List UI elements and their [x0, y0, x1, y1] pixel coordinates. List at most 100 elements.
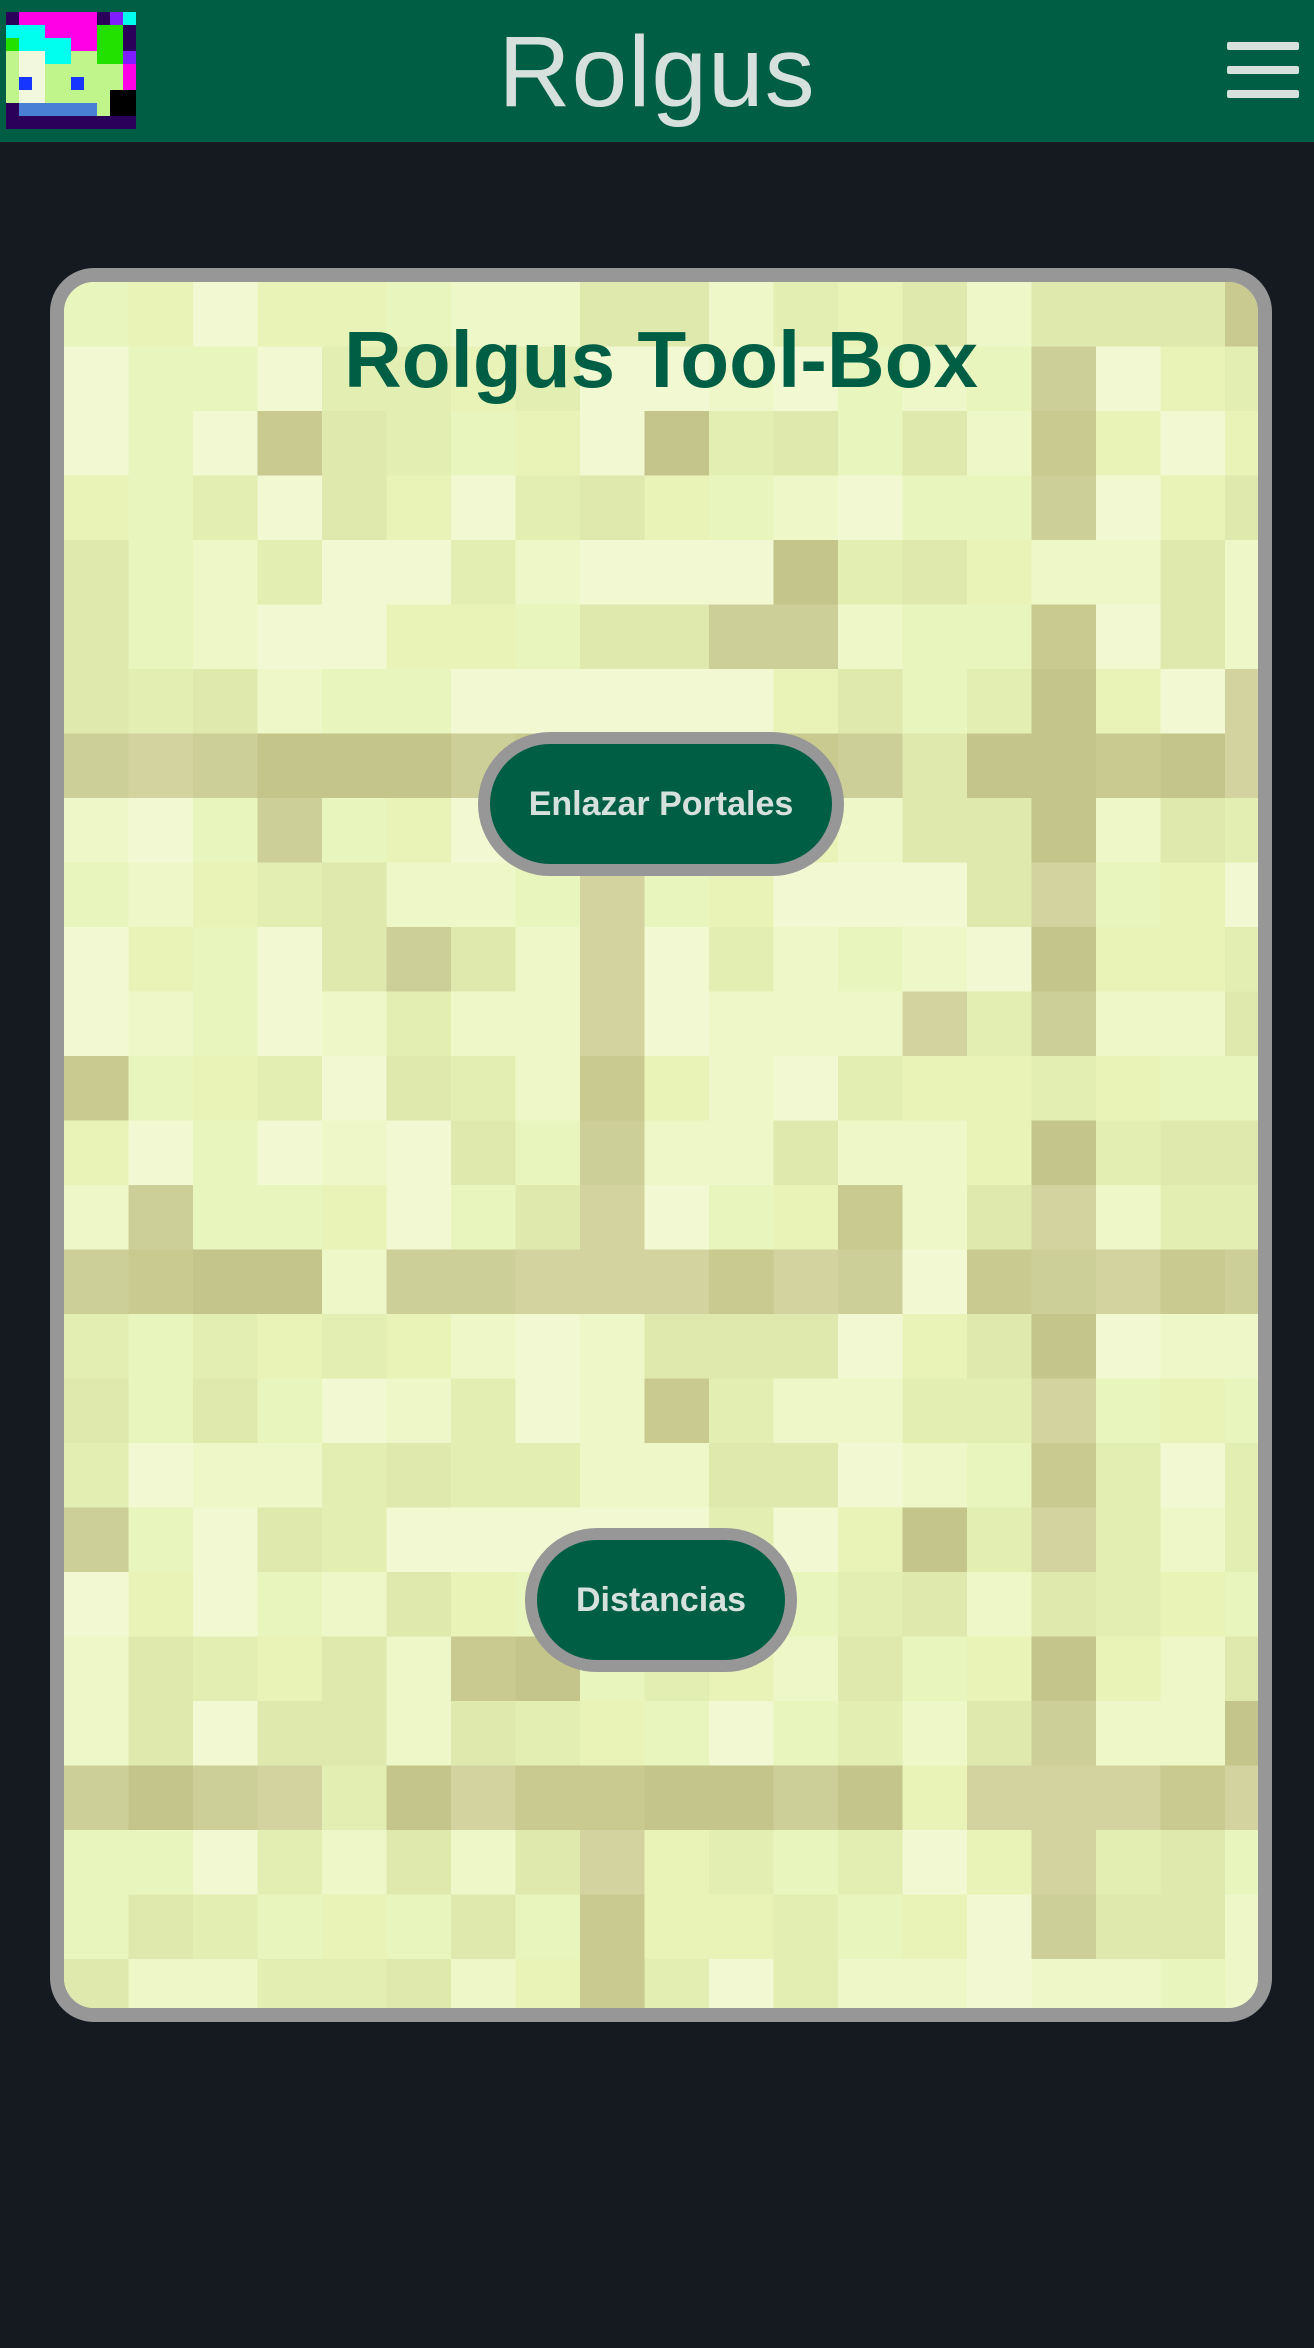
distancias-button[interactable]: Distancias [525, 1528, 797, 1672]
grass-tile [128, 1378, 194, 1444]
grass-tile [1160, 540, 1226, 606]
grass-tile-background [64, 282, 1258, 2008]
grass-tile [64, 733, 130, 799]
grass-tile [515, 540, 581, 606]
grass-tile [1096, 540, 1162, 606]
grass-tile [709, 669, 775, 735]
grass-tile [64, 604, 130, 670]
grass-tile [967, 798, 1033, 864]
grass-tile [644, 1378, 710, 1444]
toolbox-card: Rolgus Tool-Box Enlazar Portales Distanc… [50, 268, 1272, 2022]
grass-tile [128, 798, 194, 864]
grass-tile [1160, 1378, 1226, 1444]
grass-tile [322, 1056, 388, 1122]
grass-tile [838, 1314, 904, 1380]
grass-tile [451, 991, 517, 1057]
grass-tile [838, 1765, 904, 1831]
grass-tile [64, 1894, 130, 1960]
grass-tile [1031, 1120, 1097, 1186]
grass-tile [64, 540, 130, 606]
grass-tile [838, 1830, 904, 1896]
app-title: Rolgus [498, 16, 816, 128]
grass-tile [128, 1701, 194, 1767]
grass-tile [257, 1894, 323, 1960]
grass-tile [838, 540, 904, 606]
grass-tile [902, 1572, 968, 1638]
grass-tile [967, 1120, 1033, 1186]
grass-tile [709, 1443, 775, 1509]
grass-tile [1031, 411, 1097, 477]
grass-tile [644, 1185, 710, 1251]
grass-tile [451, 1572, 517, 1638]
grass-tile [902, 540, 968, 606]
grass-tile [322, 1185, 388, 1251]
grass-tile [322, 1120, 388, 1186]
grass-tile [322, 411, 388, 477]
enlazar-portales-button[interactable]: Enlazar Portales [478, 732, 844, 876]
grass-tile [451, 604, 517, 670]
grass-tile [580, 1701, 646, 1767]
hamburger-menu-icon[interactable] [1227, 42, 1299, 98]
grass-tile [322, 475, 388, 541]
grass-tile [193, 1443, 259, 1509]
grass-tile [515, 1443, 581, 1509]
grass-tile [64, 669, 130, 735]
grass-tile [644, 475, 710, 541]
grass-tile [773, 1894, 839, 1960]
grass-tile [64, 1572, 130, 1638]
grass-tile [515, 1056, 581, 1122]
grass-tile [1160, 1701, 1226, 1767]
grass-tile [193, 475, 259, 541]
grass-tile [128, 411, 194, 477]
grass-tile [128, 1894, 194, 1960]
grass-tile [257, 927, 323, 993]
grass-tile [64, 475, 130, 541]
grass-tile [1031, 862, 1097, 928]
grass-tile [1031, 1378, 1097, 1444]
grass-tile [773, 1636, 839, 1702]
grass-tile [257, 1636, 323, 1702]
grass-tile [322, 1507, 388, 1573]
grass-tile [902, 1765, 968, 1831]
grass-tile [257, 475, 323, 541]
grass-tile [644, 540, 710, 606]
grass-tile [257, 411, 323, 477]
grass-tile [451, 1701, 517, 1767]
grass-tile [644, 1765, 710, 1831]
grass-tile [451, 669, 517, 735]
grass-tile [128, 1572, 194, 1638]
grass-tile [322, 1378, 388, 1444]
grass-tile [838, 411, 904, 477]
grass-tile [64, 1120, 130, 1186]
grass-tile [902, 927, 968, 993]
grass-tile [967, 1185, 1033, 1251]
grass-tile [1160, 862, 1226, 928]
grass-tile [1031, 1959, 1097, 2008]
grass-tile [64, 1701, 130, 1767]
grass-tile [644, 1443, 710, 1509]
grass-tile [902, 1959, 968, 2008]
grass-tile [1096, 1056, 1162, 1122]
grass-tile [451, 411, 517, 477]
grass-tile [1096, 669, 1162, 735]
grass-tile [386, 798, 452, 864]
grass-tile [322, 991, 388, 1057]
grass-tile [451, 862, 517, 928]
grass-tile [128, 1636, 194, 1702]
grass-tile [709, 1701, 775, 1767]
grass-tile [967, 927, 1033, 993]
grass-tile [451, 1830, 517, 1896]
grass-tile [709, 1056, 775, 1122]
grass-tile [1096, 411, 1162, 477]
grass-tile [1225, 1636, 1258, 1702]
grass-tile [967, 1636, 1033, 1702]
grass-tile [902, 798, 968, 864]
grass-tile [451, 1894, 517, 1960]
grass-tile [128, 991, 194, 1057]
grass-tile [967, 604, 1033, 670]
grass-tile [709, 927, 775, 993]
grass-tile [644, 1120, 710, 1186]
grass-tile [1096, 1378, 1162, 1444]
grass-tile [128, 1443, 194, 1509]
grass-tile [902, 1314, 968, 1380]
